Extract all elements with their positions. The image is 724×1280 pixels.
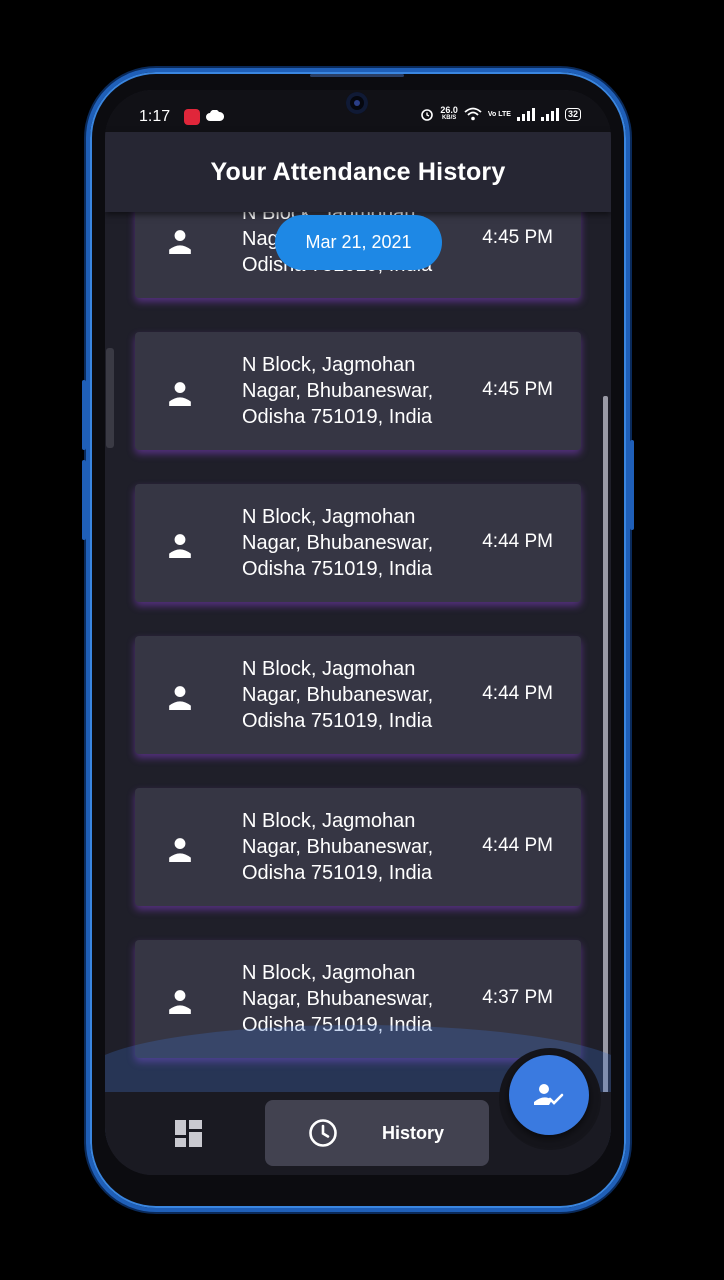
- person-icon: [169, 686, 191, 710]
- record-address: N Block, Jagmohan Nagar, Bhubaneswar, Od…: [242, 354, 434, 428]
- attendance-record[interactable]: N Block, Jagmohan Nagar, Bhubaneswar, Od…: [135, 940, 581, 1058]
- person-icon: [169, 382, 191, 406]
- record-time: 4:44 PM: [482, 531, 553, 552]
- signal-icon: [540, 107, 559, 121]
- page-title: Your Attendance History: [210, 157, 506, 186]
- record-time: 4:45 PM: [482, 227, 553, 248]
- dashboard-icon[interactable]: [175, 1120, 202, 1147]
- nav-item-history[interactable]: History: [265, 1100, 489, 1166]
- attendance-record[interactable]: N Block, Jagmohan Nagar, Bhubaneswar, Od…: [135, 484, 581, 602]
- record-time: 4:45 PM: [482, 379, 553, 400]
- record-address: N Block, Jagmohan Nagar, Bhubaneswar, Od…: [242, 962, 434, 1036]
- person-icon: [169, 534, 191, 558]
- record-address: N Block, Jagmohan Nagar, Bhubaneswar, Od…: [242, 658, 434, 732]
- date-chip: Mar 21, 2021: [275, 215, 442, 270]
- front-camera: [346, 92, 368, 114]
- wifi-icon: [464, 107, 482, 121]
- network-speed-unit: KB/S: [441, 115, 457, 121]
- battery-indicator: 32: [564, 107, 581, 121]
- volte-indicator: Vo LTE: [487, 110, 511, 118]
- clock-icon: [309, 1119, 337, 1147]
- phone-side-button: [82, 380, 86, 450]
- nav-history-label: History: [382, 1122, 445, 1143]
- attendance-record[interactable]: N Block, Jagmohan Nagar, Bhubaneswar, Od…: [135, 636, 581, 754]
- record-time: 4:37 PM: [482, 987, 553, 1008]
- scrollbar[interactable]: [603, 396, 608, 1096]
- record-address: N Block, Jagmohan Nagar, Bhubaneswar, Od…: [242, 810, 434, 884]
- app-bar: Your Attendance History: [105, 132, 611, 212]
- status-time: 1:17: [139, 108, 171, 125]
- phone-side-button: [630, 440, 634, 530]
- mark-attendance-button[interactable]: [509, 1055, 589, 1135]
- record-time: 4:44 PM: [482, 835, 553, 856]
- record-time: 4:44 PM: [482, 683, 553, 704]
- attendance-list[interactable]: N Block, Jagmohan Nagar, Bhubaneswar, Od…: [105, 212, 611, 1092]
- attendance-record[interactable]: N Block, Jagmohan Nagar, Bhubaneswar, Od…: [135, 788, 581, 906]
- phone-side-button: [82, 460, 86, 540]
- record-address: N Block, Jagmohan Nagar, Bhubaneswar, Od…: [242, 506, 434, 580]
- person-check-icon: [534, 1084, 564, 1105]
- person-icon: [169, 838, 191, 862]
- attendance-record[interactable]: N Block, Jagmohan Nagar, Bhubaneswar, Od…: [135, 332, 581, 450]
- alarm-icon: [421, 109, 434, 121]
- person-icon: [169, 990, 191, 1014]
- cloud-icon: [206, 110, 224, 121]
- network-speed: 26.0 KB/S: [440, 106, 458, 122]
- signal-icon: [516, 107, 535, 121]
- screen: 1:17 26.0 KB/S Vo LTE 32 Your Attendance…: [105, 90, 611, 1175]
- notification-icon: [184, 109, 200, 125]
- edge-handle[interactable]: [106, 348, 114, 448]
- earpiece: [310, 74, 404, 77]
- person-icon: [169, 230, 191, 254]
- status-icons: 26.0 KB/S Vo LTE 32: [420, 106, 581, 122]
